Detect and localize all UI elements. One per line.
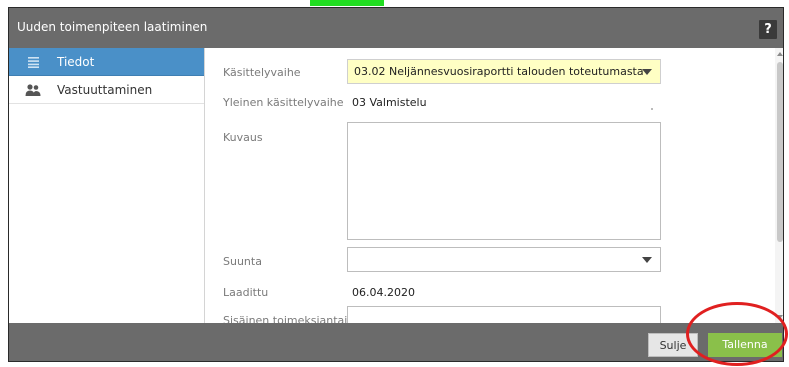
sidebar-item-tiedot[interactable]: Tiedot [9, 48, 204, 76]
content-scrollbar[interactable] [775, 48, 783, 323]
kuvaus-textarea[interactable] [347, 122, 661, 240]
sidebar-item-label: Tiedot [57, 55, 95, 69]
sisainen-toimeksiantaja-input[interactable] [347, 306, 661, 323]
kuvaus-label: Kuvaus [223, 131, 263, 144]
help-button[interactable]: ? [759, 20, 777, 39]
sidebar-item-vastuuttaminen[interactable]: Vastuuttaminen [9, 76, 204, 104]
dialog-titlebar: Uuden toimenpiteen laatiminen ? [9, 8, 783, 48]
yleinen-kasittelyvaihe-value: 03 Valmistelu [352, 96, 427, 109]
suunta-label: Suunta [223, 255, 262, 268]
kasittelyvaihe-select[interactable]: 03.02 Neljännesvuosiraportti talouden to… [347, 59, 661, 84]
dialog-title: Uuden toimenpiteen laatiminen [17, 20, 208, 34]
sidebar-item-label: Vastuuttaminen [57, 83, 153, 97]
kasittelyvaihe-value: 03.02 Neljännesvuosiraportti talouden to… [354, 65, 644, 78]
resize-dot [651, 108, 653, 110]
top-strip [0, 0, 789, 7]
sisainen-toimeksiantaja-label: Sisäinen toimeksiantaja [223, 314, 355, 323]
scroll-down-icon[interactable] [777, 315, 783, 319]
kasittelyvaihe-label: Käsittelyvaihe [223, 66, 301, 79]
scroll-thumb[interactable] [777, 62, 783, 242]
sidebar: Tiedot Vastuuttaminen [9, 48, 205, 323]
list-icon [24, 48, 42, 76]
scroll-up-icon[interactable] [777, 52, 783, 56]
suunta-select[interactable] [347, 247, 661, 272]
green-highlight-mark [310, 0, 384, 6]
laadittu-label: Laadittu [223, 286, 269, 299]
dialog-footer: Sulje Tallenna [9, 323, 783, 361]
form-content: Käsittelyvaihe 03.02 Neljännesvuosirapor… [205, 48, 783, 323]
chevron-down-icon [642, 69, 652, 75]
chevron-down-icon [642, 257, 652, 263]
save-button[interactable]: Tallenna [708, 333, 782, 357]
yleinen-kasittelyvaihe-label: Yleinen käsittelyvaihe [223, 96, 344, 109]
laadittu-value: 06.04.2020 [352, 286, 415, 299]
close-button[interactable]: Sulje [648, 333, 698, 357]
users-icon [24, 76, 42, 104]
dialog: Uuden toimenpiteen laatiminen ? Tiedot V… [8, 7, 784, 362]
